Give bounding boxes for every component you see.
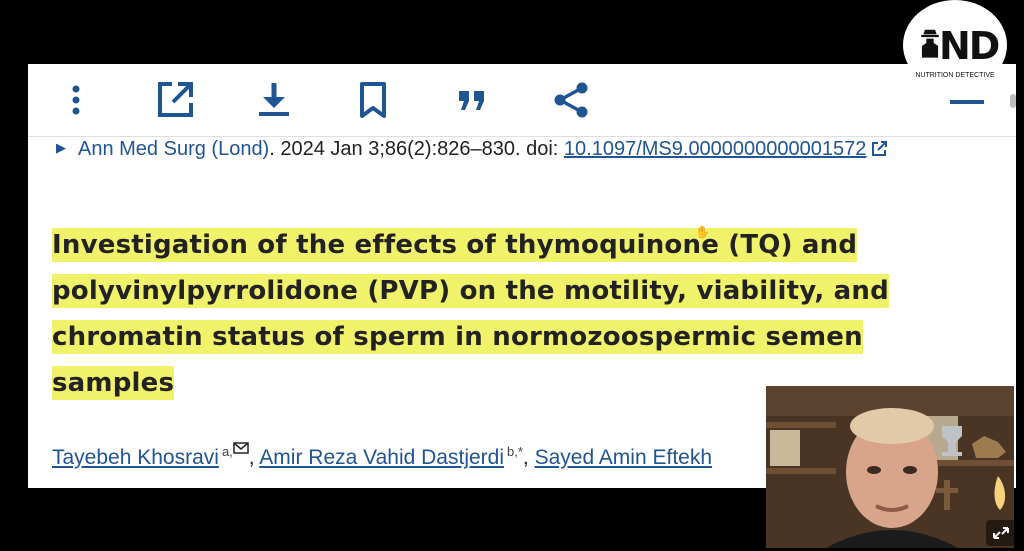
- bookmark-icon: [360, 82, 386, 118]
- article-title: Investigation of the effects of thymoqui…: [52, 222, 982, 406]
- email-icon[interactable]: [233, 442, 249, 454]
- title-line: chromatin status of sperm in normozoospe…: [52, 320, 863, 354]
- logo-text: ND: [939, 24, 1000, 68]
- share-button[interactable]: [549, 78, 593, 122]
- title-line: Investigation of the effects of thymoqui…: [52, 228, 858, 262]
- doi-link[interactable]: 10.1097/MS9.0000000000001572: [564, 138, 867, 160]
- citation-details: . 2024 Jan 3;86(2):826–830. doi:: [269, 138, 564, 160]
- more-options-button[interactable]: [54, 78, 98, 122]
- open-external-icon: [158, 82, 193, 117]
- author-link[interactable]: Tayebeh Khosravi: [52, 446, 219, 469]
- author-separator: ,: [522, 446, 535, 469]
- expand-button[interactable]: [986, 520, 1016, 546]
- open-external-button[interactable]: [153, 78, 197, 122]
- menu-icon[interactable]: [950, 100, 984, 104]
- title-line: polyvinylpyrrolidone (PVP) on the motili…: [52, 274, 889, 308]
- webcam-video-image: [766, 386, 1014, 548]
- download-button[interactable]: [252, 78, 296, 122]
- journal-link[interactable]: Ann Med Surg (Lond): [78, 138, 269, 160]
- author-link[interactable]: Sayed Amin Eftekh: [535, 446, 712, 469]
- author-affiliation: b,*: [507, 444, 523, 459]
- detective-silhouette-icon: [921, 29, 939, 58]
- author-list: Tayebeh Khosravi a,, Amir Reza Vahid Dast…: [52, 442, 712, 470]
- title-line: samples: [52, 366, 175, 400]
- author-affiliation: a,: [221, 444, 233, 459]
- author-separator: ,: [248, 446, 260, 469]
- logo-subtitle: NUTRITION DETECTIVE: [915, 72, 995, 79]
- more-vertical-icon: [72, 85, 80, 115]
- hand-cursor-icon: ✋: [695, 225, 710, 239]
- bookmark-button[interactable]: [351, 78, 395, 122]
- expand-triangle-icon[interactable]: ▶: [56, 140, 66, 155]
- webcam-overlay: [766, 386, 1014, 548]
- article-toolbar: [28, 64, 1016, 137]
- cite-button[interactable]: [450, 78, 494, 122]
- cite-quote-icon: [459, 91, 484, 110]
- share-icon: [554, 82, 588, 118]
- scrollbar-thumb[interactable]: [1010, 94, 1016, 108]
- fullscreen-icon: [993, 527, 1009, 539]
- download-icon: [259, 83, 289, 116]
- channel-logo: ND NUTRITION DETECTIVE: [903, 0, 1007, 90]
- author-link[interactable]: Amir Reza Vahid Dastjerdi: [259, 446, 504, 469]
- external-link-icon[interactable]: [871, 141, 888, 157]
- citation-line: ▶ Ann Med Surg (Lond). 2024 Jan 3;86(2):8…: [56, 138, 888, 161]
